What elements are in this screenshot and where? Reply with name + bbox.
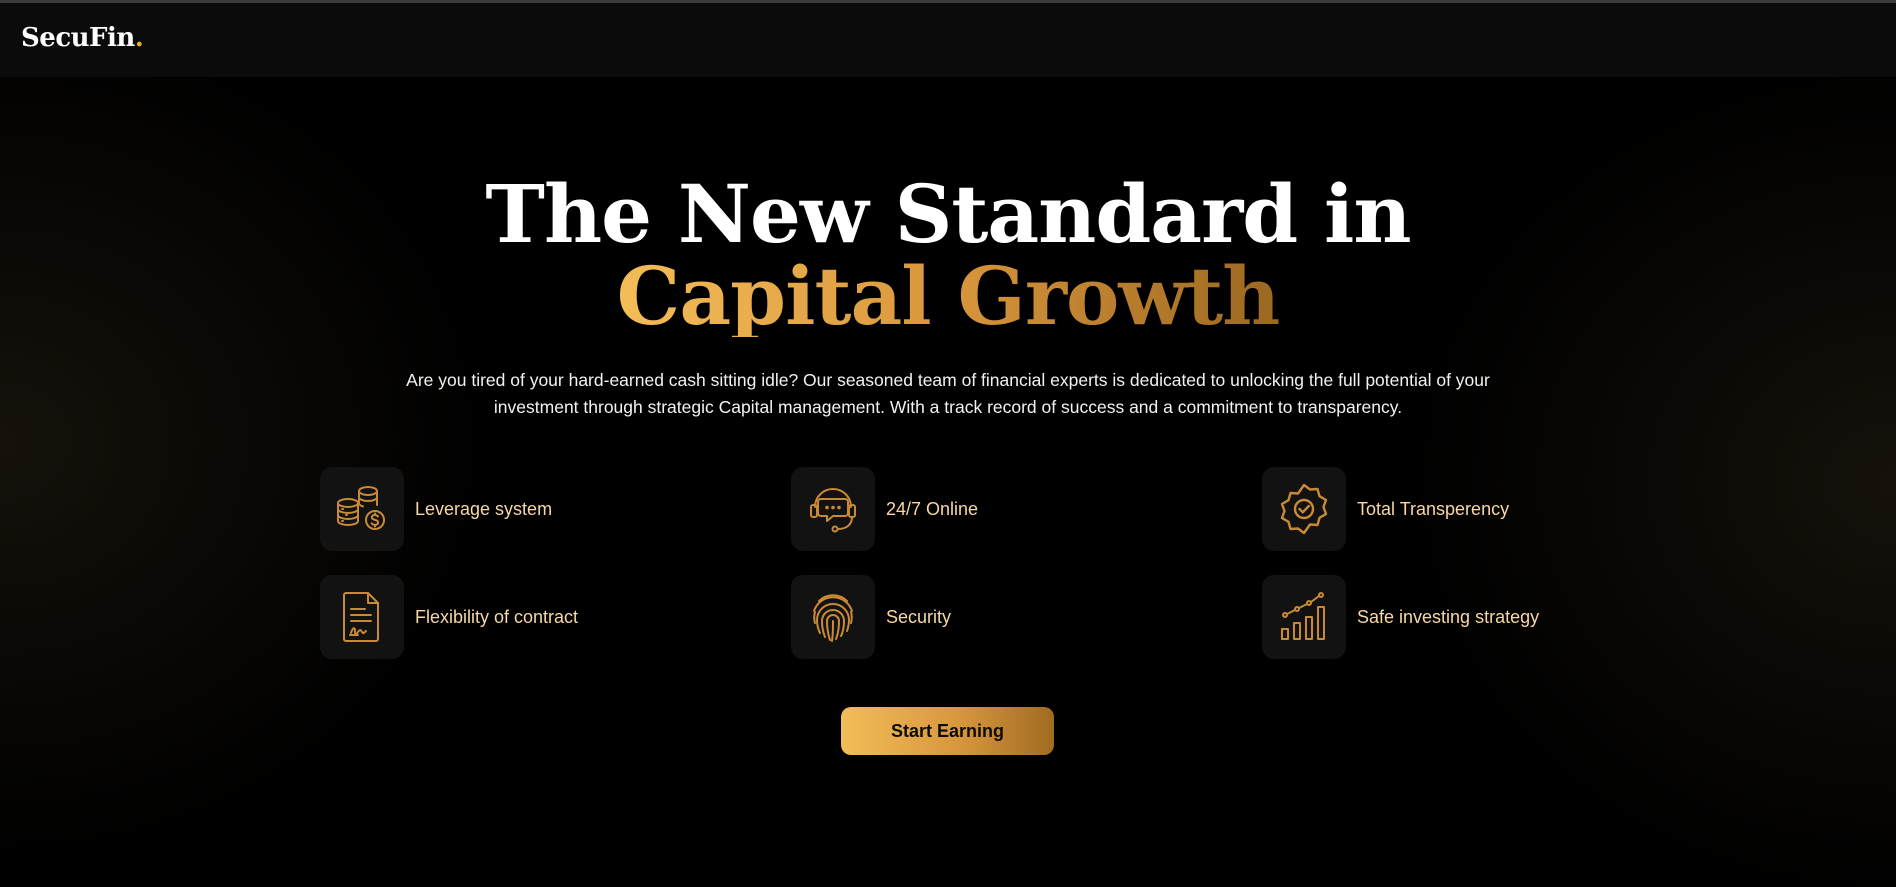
- hero-section: The New Standard in Capital Growth Are y…: [0, 77, 1896, 887]
- features-grid: Leverage system 24/7 Online Total Transp…: [320, 467, 1620, 667]
- navbar: SecuFin.: [0, 3, 1896, 77]
- feature-24-7-online: 24/7 Online: [791, 467, 978, 551]
- feature-icon-tile: [320, 575, 404, 659]
- start-earning-button[interactable]: Start Earning: [841, 707, 1054, 755]
- feature-safe-investing-strategy: Safe investing strategy: [1262, 575, 1539, 659]
- feature-icon-tile: [791, 575, 875, 659]
- coins-icon: [337, 486, 385, 530]
- fingerprint-icon: [813, 594, 853, 642]
- feature-leverage-system: Leverage system: [320, 467, 552, 551]
- feature-security: Security: [791, 575, 951, 659]
- headset-support-icon: [810, 488, 856, 533]
- feature-label: Safe investing strategy: [1357, 606, 1540, 627]
- growth-chart-icon: [1281, 592, 1325, 640]
- feature-label: Total Transperency: [1357, 498, 1510, 519]
- signed-contract-icon: [343, 592, 379, 642]
- feature-icon-tile: [791, 467, 875, 551]
- feature-icon-tile: [320, 467, 404, 551]
- feature-label: 24/7 Online: [886, 498, 979, 519]
- verified-badge-icon: [1280, 483, 1328, 535]
- hero-description: Are you tired of your hard-earned cash s…: [406, 370, 1490, 417]
- feature-icon-tile: [1262, 467, 1346, 551]
- brand-logo[interactable]: SecuFin.: [21, 23, 144, 53]
- hero-title-line2: Capital Growth: [616, 249, 1281, 343]
- brand-name: SecuFin: [21, 23, 135, 53]
- feature-label: Leverage system: [415, 498, 553, 519]
- feature-label: Flexibility of contract: [415, 606, 579, 627]
- feature-total-transperency: Total Transperency: [1262, 467, 1509, 551]
- feature-flexibility-of-contract: Flexibility of contract: [320, 575, 578, 659]
- hero-title: The New Standard in Capital Growth: [0, 173, 1896, 337]
- feature-icon-tile: [1262, 575, 1346, 659]
- feature-label: Security: [886, 606, 952, 627]
- brand-dot: .: [134, 23, 144, 53]
- hero-title-line1: The New Standard in: [485, 167, 1411, 261]
